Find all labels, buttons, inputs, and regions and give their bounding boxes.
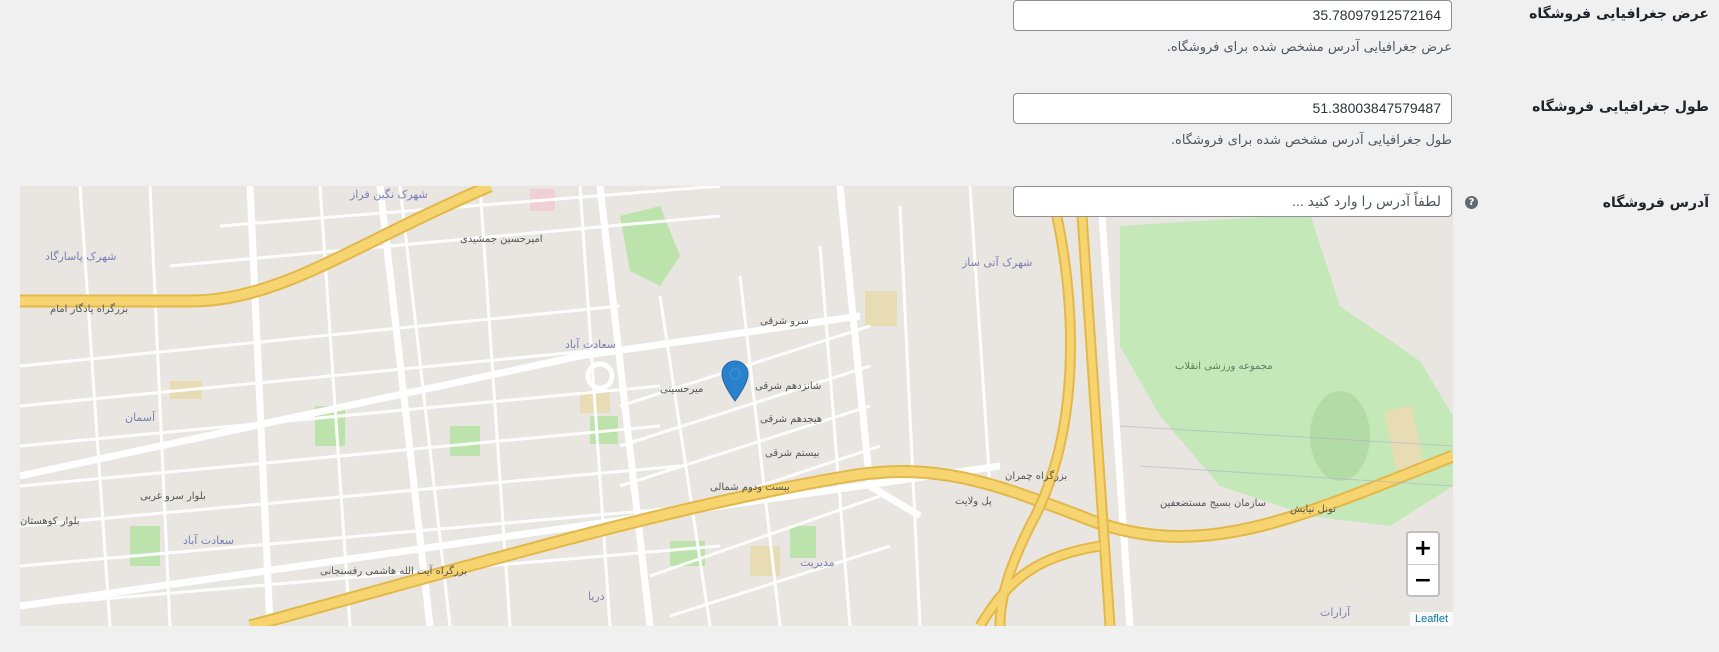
latitude-input[interactable]: 35.78097912572164	[1013, 0, 1452, 31]
zoom-out-button[interactable]: −	[1408, 565, 1438, 596]
map-label: آرارات	[1320, 606, 1351, 619]
address-search-input[interactable]: لطفاً آدرس را وارد کنید ...	[1013, 186, 1452, 217]
map-label: امیرحسین جمشیدی	[460, 234, 543, 245]
map-label: شهرک نگین فراز	[350, 188, 428, 201]
map-label: مجموعه ورزشی انقلاب	[1175, 361, 1273, 372]
map-label: سازمان بسیج مستضعفین	[1160, 498, 1267, 509]
map-label: بیستم شرقی	[765, 448, 820, 459]
map-label: میرحسینی	[660, 384, 704, 395]
map-label: بزرگراه یادگار امام	[50, 304, 129, 315]
longitude-description: طول جغرافیایی آدرس مشخص شده برای فروشگاه…	[1170, 133, 1452, 148]
latitude-label: عرض جغرافیایی فروشگاه	[1529, 6, 1709, 22]
map-label: سرو شرقی	[760, 316, 809, 327]
map-label: شهرک آتی ساز	[962, 256, 1033, 269]
map-label: بلوار سرو غربی	[140, 491, 206, 502]
latitude-description: عرض جغرافیایی آدرس مشخص شده برای فروشگاه…	[1166, 40, 1452, 55]
map-label: هیجدهم شرقی	[760, 414, 823, 425]
longitude-label: طول جغرافیایی فروشگاه	[1532, 99, 1709, 115]
map-label: پل ولایت	[955, 496, 992, 507]
store-location-map[interactable]: شهرک نگین فراز شهرک پاسارگاد بزرگراه یاد…	[20, 186, 1453, 626]
map-label: بیست ودوم شمالی	[710, 482, 790, 493]
leaflet-attribution-link[interactable]: Leaflet	[1409, 612, 1453, 626]
map-pin-icon[interactable]	[721, 360, 749, 402]
map-label: سعادت آباد	[565, 338, 616, 351]
map-label: بزرگراه چمران	[1005, 471, 1068, 482]
map-label: شانزدهم شرقی	[755, 381, 822, 392]
zoom-in-button[interactable]: +	[1408, 533, 1438, 565]
map-label: آسمان	[125, 411, 156, 424]
map-label: بزرگراه آیت الله هاشمی رفسنجانی	[320, 566, 468, 577]
map-label: مدیریت	[800, 556, 835, 569]
map-label: بلوار کوهستان	[20, 516, 80, 527]
question-circle-icon[interactable]: ?	[1465, 196, 1478, 209]
map-label: سعادت آباد	[183, 534, 234, 547]
map-label: دریا	[588, 590, 605, 603]
longitude-input[interactable]: 51.38003847579487	[1013, 93, 1452, 124]
map-label: شهرک پاسارگاد	[45, 250, 117, 263]
address-label: آدرس فروشگاه	[1602, 195, 1709, 211]
zoom-control: + −	[1406, 531, 1440, 597]
map-tiles	[20, 186, 1453, 626]
map-label: تونل نیایش	[1290, 504, 1336, 515]
